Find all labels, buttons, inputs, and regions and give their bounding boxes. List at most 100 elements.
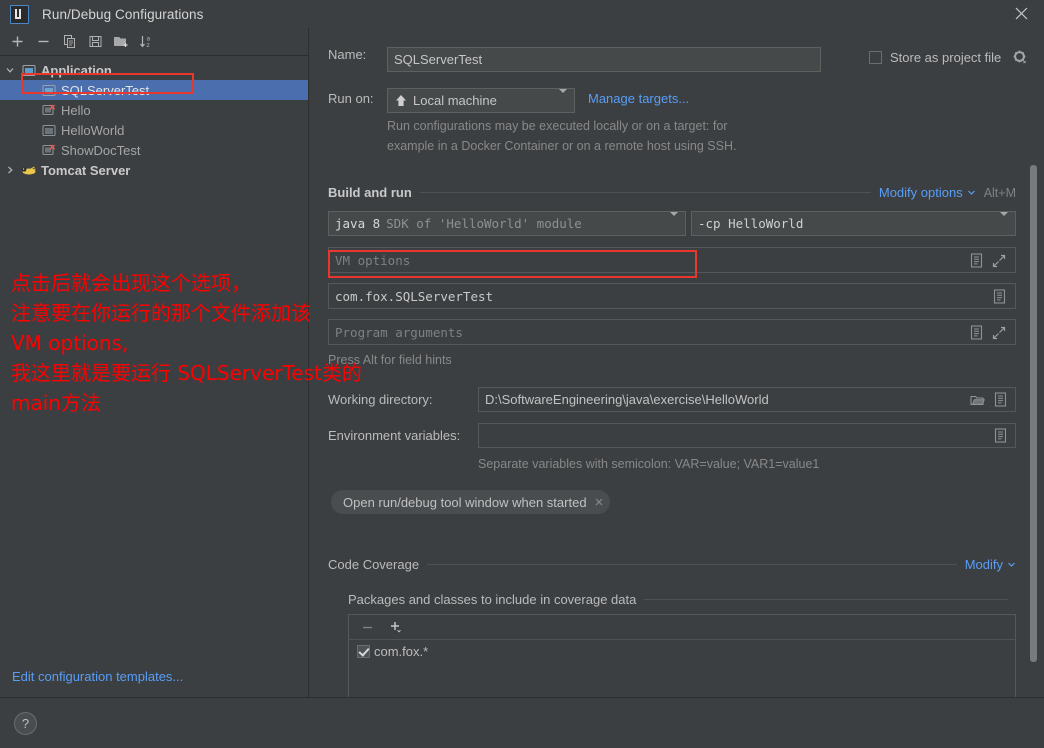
tree-group-tomcat-label: Tomcat Server (41, 162, 131, 178)
store-as-project-file-checkbox[interactable] (869, 50, 882, 64)
remove-package-button[interactable] (359, 619, 375, 635)
store-as-project-file-label: Store as project file (890, 49, 1002, 65)
open-tool-window-chip[interactable]: Open run/debug tool window when started (331, 490, 610, 514)
window-title: Run/Debug Configurations (42, 6, 204, 22)
coverage-item-label: com.fox.* (374, 643, 429, 659)
build-and-run-title: Build and run (328, 185, 412, 200)
name-label: Name: (328, 47, 367, 62)
sidebar-item-helloworld-label: HelloWorld (61, 122, 125, 138)
working-directory-label: Working directory: (328, 392, 433, 407)
name-row: Name: (328, 47, 366, 62)
chevron-down-icon[interactable] (0, 65, 20, 75)
jre-combobox-rest: SDK of 'HelloWorld' module (386, 216, 582, 231)
run-on-row: Run on: (328, 91, 374, 106)
chevron-down-icon[interactable] (967, 185, 976, 200)
environment-variables-input[interactable] (478, 423, 1016, 448)
open-tool-window-chip-label: Open run/debug tool window when started (343, 494, 587, 510)
code-coverage-modify-link[interactable]: Modify (965, 557, 1003, 572)
run-config-icon (40, 82, 58, 98)
name-input-value: SQLServerTest (394, 52, 483, 67)
run-on-label: Run on: (328, 91, 374, 106)
application-icon (20, 62, 38, 78)
working-directory-value: D:\SoftwareEngineering\java\exercise\Hel… (485, 392, 769, 407)
sidebar-item-hello-label: Hello (61, 102, 91, 118)
section-divider (644, 599, 1008, 600)
jre-combobox[interactable]: java 8 SDK of 'HelloWorld' module (328, 211, 686, 236)
run-on-hint-line-2: example in a Docker Container or on a re… (387, 139, 736, 153)
sort-alphabetically-icon[interactable]: a z (134, 30, 160, 54)
run-on-hint-2: example in a Docker Container or on a re… (387, 139, 737, 153)
coverage-subsection-header: Packages and classes to include in cover… (348, 592, 1016, 607)
insert-macro-icon[interactable] (970, 325, 983, 343)
manage-targets-link[interactable]: Manage targets... (588, 91, 689, 106)
section-divider (427, 564, 957, 565)
chevron-down-icon[interactable] (670, 212, 678, 231)
sidebar-item-helloworld[interactable]: HelloWorld (0, 120, 308, 140)
expand-editor-icon[interactable] (992, 326, 1006, 343)
help-button[interactable]: ? (14, 712, 37, 735)
sidebar-item-showdoctest[interactable]: ShowDocTest (0, 140, 308, 160)
working-directory-input[interactable]: D:\SoftwareEngineering\java\exercise\Hel… (478, 387, 1016, 412)
vm-options-input[interactable]: VM options (328, 247, 1016, 273)
add-package-button[interactable] (388, 619, 404, 635)
expand-editor-icon[interactable] (992, 254, 1006, 271)
intellij-idea-logo (10, 4, 29, 24)
field-hints-row: Press Alt for field hints (328, 353, 452, 367)
program-arguments-input[interactable]: Program arguments (328, 319, 1016, 345)
environment-variables-label-row: Environment variables: (328, 428, 460, 443)
section-divider (419, 192, 871, 193)
sidebar-item-hello[interactable]: Hello (0, 100, 308, 120)
sidebar-item-sqlservertest[interactable]: SQLServerTest (0, 80, 308, 100)
insert-macro-icon[interactable] (994, 428, 1007, 446)
name-input[interactable]: SQLServerTest (387, 47, 821, 72)
coverage-packages-list: com.fox.* (348, 614, 1016, 698)
add-configuration-button[interactable] (4, 30, 30, 54)
close-icon[interactable] (998, 0, 1044, 27)
environment-variables-label: Environment variables: (328, 428, 461, 443)
run-config-error-icon (40, 102, 58, 118)
tree-group-tomcat-server[interactable]: Tomcat Server (0, 160, 308, 180)
remove-chip-icon[interactable] (594, 495, 604, 510)
folder-browse-icon[interactable] (970, 393, 985, 410)
run-on-value: Local machine (413, 93, 497, 108)
coverage-list-toolbar (349, 615, 1015, 640)
classpath-combobox[interactable]: -cp HelloWorld (691, 211, 1016, 236)
run-on-combobox[interactable]: Local machine (387, 88, 575, 113)
edit-configuration-templates-link[interactable]: Edit configuration templates... (12, 669, 183, 684)
insert-macro-icon[interactable] (994, 392, 1007, 410)
configuration-editor-panel: Name: SQLServerTest Store as project fil… (310, 28, 1044, 698)
classpath-value: -cp HelloWorld (698, 216, 804, 231)
modify-options-link[interactable]: Modify options (879, 185, 963, 200)
chevron-down-icon[interactable] (1000, 212, 1008, 231)
coverage-item-checkbox[interactable] (357, 644, 370, 658)
vertical-scrollbar[interactable] (1030, 165, 1037, 662)
vm-options-placeholder: VM options (335, 252, 411, 268)
gear-icon[interactable] (1012, 49, 1028, 65)
configurations-sidebar: a z Application SQLServerTest Hello Hell… (0, 28, 309, 698)
manage-targets-link-row: Manage targets... (588, 91, 689, 106)
working-directory-label-row: Working directory: (328, 392, 433, 407)
insert-macro-icon[interactable] (993, 289, 1006, 307)
chevron-right-icon[interactable] (0, 165, 20, 175)
copy-configuration-button[interactable] (56, 30, 82, 54)
jre-combobox-strong: java 8 (335, 216, 381, 231)
insert-macro-icon[interactable] (970, 253, 983, 271)
tree-group-application-label: Application (41, 62, 112, 78)
tree-group-application[interactable]: Application (0, 60, 308, 80)
chevron-down-icon[interactable] (559, 89, 567, 108)
new-folder-button[interactable] (108, 30, 134, 54)
tomcat-icon (20, 162, 38, 178)
environment-variables-hint-row: Separate variables with semicolon: VAR=v… (478, 457, 819, 471)
remove-configuration-button[interactable] (30, 30, 56, 54)
run-on-hint-line-1: Run configurations may be executed local… (387, 119, 727, 133)
sidebar-item-showdoctest-label: ShowDocTest (61, 142, 141, 158)
coverage-list-item[interactable]: com.fox.* (349, 640, 1015, 662)
configurations-tree: Application SQLServerTest Hello HelloWor… (0, 56, 308, 180)
chevron-down-icon[interactable] (1007, 557, 1016, 572)
save-configuration-button[interactable] (82, 30, 108, 54)
program-arguments-placeholder: Program arguments (335, 324, 463, 340)
sidebar-item-sqlservertest-label: SQLServerTest (61, 82, 150, 98)
modify-options-shortcut: Alt+M (983, 185, 1016, 200)
main-class-input[interactable]: com.fox.SQLServerTest (328, 283, 1016, 309)
environment-variables-hint: Separate variables with semicolon: VAR=v… (478, 457, 820, 471)
